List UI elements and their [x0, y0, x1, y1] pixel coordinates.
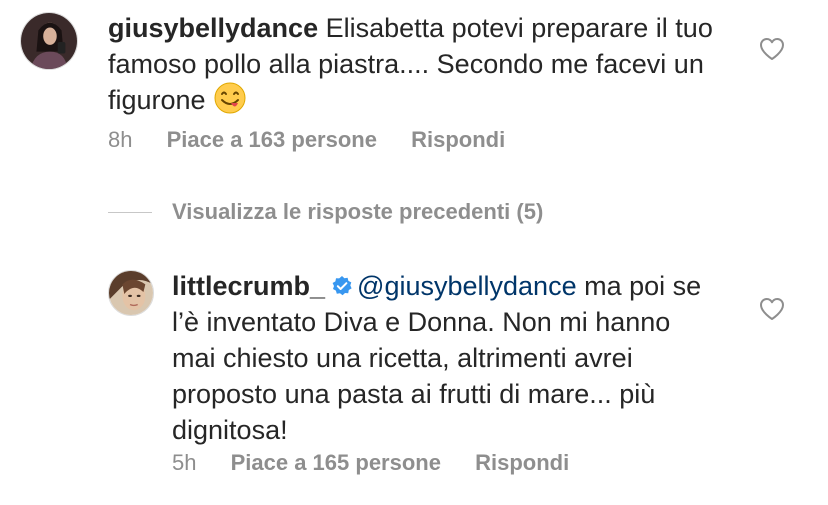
comment-username[interactable]: giusybellydance — [108, 13, 318, 43]
like-heart-icon[interactable] — [759, 297, 785, 321]
avatar-image — [109, 271, 153, 315]
view-replies-label[interactable]: Visualizza le risposte precedenti (5) — [172, 198, 543, 226]
view-previous-replies[interactable]: Visualizza le risposte precedenti (5) — [108, 198, 543, 226]
yummy-face-emoji-icon — [214, 82, 246, 114]
replies-divider-line — [108, 211, 152, 213]
comment-meta: 8h Piace a 163 persone Rispondi — [108, 126, 505, 154]
reply-username[interactable]: littlecrumb_ — [172, 271, 325, 301]
like-heart-icon[interactable] — [759, 37, 785, 61]
comment-body: giusybellydance Elisabetta potevi prepar… — [108, 10, 718, 118]
avatar-giusybellydance[interactable] — [20, 12, 78, 70]
reply-button[interactable]: Rispondi — [475, 450, 569, 475]
reply-mention-link[interactable]: @giusybellydance — [357, 271, 577, 301]
verified-badge-icon — [331, 275, 353, 297]
reply-body: littlecrumb_ @giusybellydance ma poi se … — [172, 268, 712, 448]
reply-meta: 5h Piace a 165 persone Rispondi — [172, 449, 569, 477]
reply-time: 5h — [172, 450, 197, 475]
likes-count-link[interactable]: Piace a 165 persone — [231, 450, 441, 475]
reply-button[interactable]: Rispondi — [411, 127, 505, 152]
avatar-image — [21, 13, 77, 69]
likes-count-link[interactable]: Piace a 163 persone — [167, 127, 377, 152]
comment-time: 8h — [108, 127, 133, 152]
avatar-littlecrumb[interactable] — [108, 270, 154, 316]
